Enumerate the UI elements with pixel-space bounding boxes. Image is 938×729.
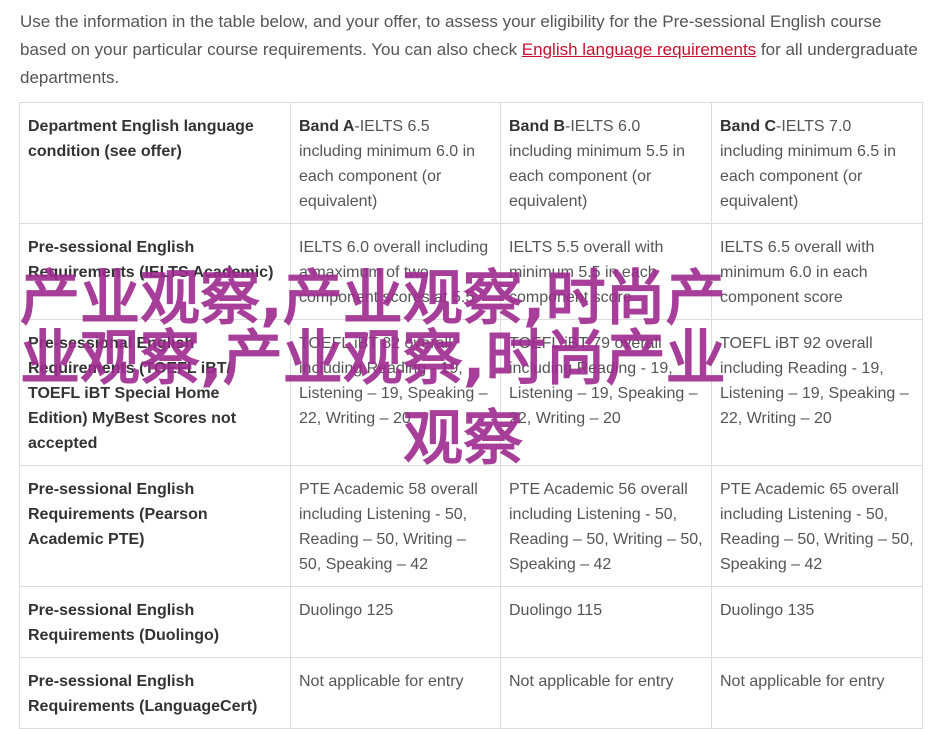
table-cell: TOEFL iBT 82 overall including Reading -… <box>290 319 501 466</box>
table-cell: Duolingo 115 <box>500 586 712 658</box>
table-row: Pre-sessional English Requirements (TOEF… <box>19 319 923 466</box>
row-label: Pre-sessional English Requirements (Lang… <box>19 657 291 729</box>
table-cell: Not applicable for entry <box>500 657 712 729</box>
band-c-name: Band C <box>720 118 776 135</box>
row-label: Pre-sessional English Requirements (Pear… <box>19 465 291 587</box>
intro-paragraph: Use the information in the table below, … <box>20 8 925 92</box>
band-b-name: Band B <box>509 118 565 135</box>
band-c-cell: Band C-IELTS 7.0 including minimum 6.5 i… <box>711 102 923 224</box>
english-requirements-link[interactable]: English language requirements <box>522 40 756 59</box>
table-cell: IELTS 5.5 overall with minimum 5.5 in ea… <box>500 223 712 320</box>
table-cell: TOEFL iBT 92 overall including Reading -… <box>711 319 923 466</box>
table-cell: IELTS 6.0 overall including a maximum of… <box>290 223 501 320</box>
table-row: Pre-sessional English Requirements (Pear… <box>19 465 923 587</box>
row-label: Pre-sessional English Requirements (Duol… <box>19 586 291 658</box>
band-a-cell: Band A-IELTS 6.5 including minimum 6.0 i… <box>290 102 501 224</box>
table-row: Pre-sessional English Requirements (IELT… <box>19 223 923 320</box>
table-cell: PTE Academic 58 overall including Listen… <box>290 465 501 587</box>
row-label: Pre-sessional English Requirements (IELT… <box>19 223 291 320</box>
table-cell: TOEFL iBT 79 overall including Reading -… <box>500 319 712 466</box>
table-cell: Duolingo 135 <box>711 586 923 658</box>
table-row: Pre-sessional English Requirements (Duol… <box>19 586 923 658</box>
table-cell: Duolingo 125 <box>290 586 501 658</box>
table-cell: PTE Academic 65 overall including Listen… <box>711 465 923 587</box>
band-a-name: Band A <box>299 118 355 135</box>
row-label: Pre-sessional English Requirements (TOEF… <box>19 319 291 466</box>
table-cell: Not applicable for entry <box>711 657 923 729</box>
table-cell: PTE Academic 56 overall including Listen… <box>500 465 712 587</box>
table-cell: Not applicable for entry <box>290 657 501 729</box>
table-row: Pre-sessional English Requirements (Lang… <box>19 657 923 729</box>
header-label: Department English language condition (s… <box>19 102 291 224</box>
requirements-table: Department English language condition (s… <box>19 102 923 729</box>
table-cell: IELTS 6.5 overall with minimum 6.0 in ea… <box>711 223 923 320</box>
band-b-cell: Band B-IELTS 6.0 including minimum 5.5 i… <box>500 102 712 224</box>
table-header-row: Department English language condition (s… <box>19 102 923 224</box>
